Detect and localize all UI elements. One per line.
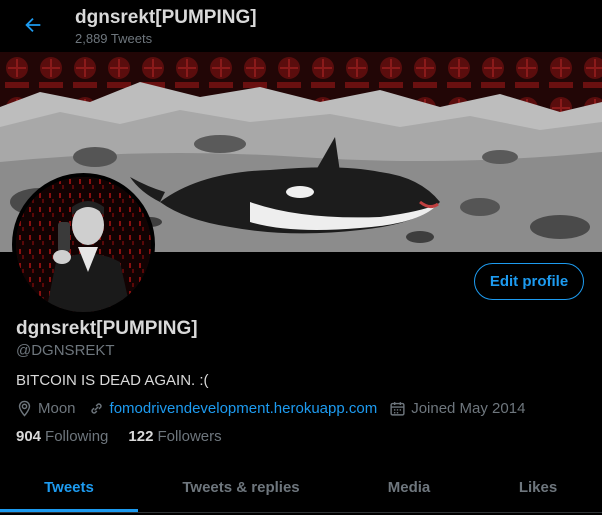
user-handle: @DGNSREKT — [16, 342, 115, 359]
location-text: Moon — [38, 399, 76, 417]
profile-meta: Moon fomodrivendevelopment.herokuapp.com… — [16, 398, 537, 418]
display-name: dgnsrekt[PUMPING] — [16, 318, 198, 339]
location-pin-icon — [18, 400, 31, 417]
tab-media[interactable]: Media — [344, 463, 474, 512]
profile-tabs: Tweets Tweets & replies Media Likes — [0, 463, 602, 513]
tab-label: Media — [387, 479, 431, 496]
followers-label: Followers — [157, 428, 222, 445]
tab-tweets-replies[interactable]: Tweets & replies — [138, 463, 344, 512]
tab-label: Tweets — [44, 479, 94, 496]
top-bar: dgnsrekt[PUMPING] 2,889 Tweets — [0, 0, 602, 52]
joined-item: Joined May 2014 — [389, 400, 525, 417]
following-stat[interactable]: 904 Following — [16, 428, 108, 445]
edit-profile-button[interactable]: Edit profile — [474, 263, 584, 300]
link-icon — [90, 402, 102, 414]
website-link[interactable]: fomodrivendevelopment.herokuapp.com — [110, 400, 378, 417]
avatar[interactable] — [12, 173, 155, 316]
calendar-icon — [390, 401, 405, 416]
following-label: Following — [45, 428, 109, 445]
tab-label: Tweets & replies — [182, 479, 300, 496]
active-tab-indicator — [0, 509, 138, 512]
follow-stats: 904 Following 122 Followers — [16, 428, 242, 445]
tab-tweets[interactable]: Tweets — [0, 463, 138, 512]
back-arrow-icon[interactable] — [22, 14, 44, 36]
avatar-image — [16, 177, 151, 312]
website-item: fomodrivendevelopment.herokuapp.com — [88, 400, 378, 417]
following-count: 904 — [16, 428, 42, 445]
tweet-count: 2,889 Tweets — [75, 31, 153, 46]
followers-stat[interactable]: 122 Followers — [128, 428, 221, 445]
profile-bio: BITCOIN IS DEAD AGAIN. :( — [16, 372, 209, 389]
header-title: dgnsrekt[PUMPING] — [75, 7, 257, 28]
followers-count: 122 — [128, 428, 154, 445]
location-item: Moon — [16, 400, 76, 417]
tab-likes[interactable]: Likes — [474, 463, 602, 512]
tab-label: Likes — [518, 479, 558, 496]
joined-text: Joined May 2014 — [411, 399, 526, 417]
